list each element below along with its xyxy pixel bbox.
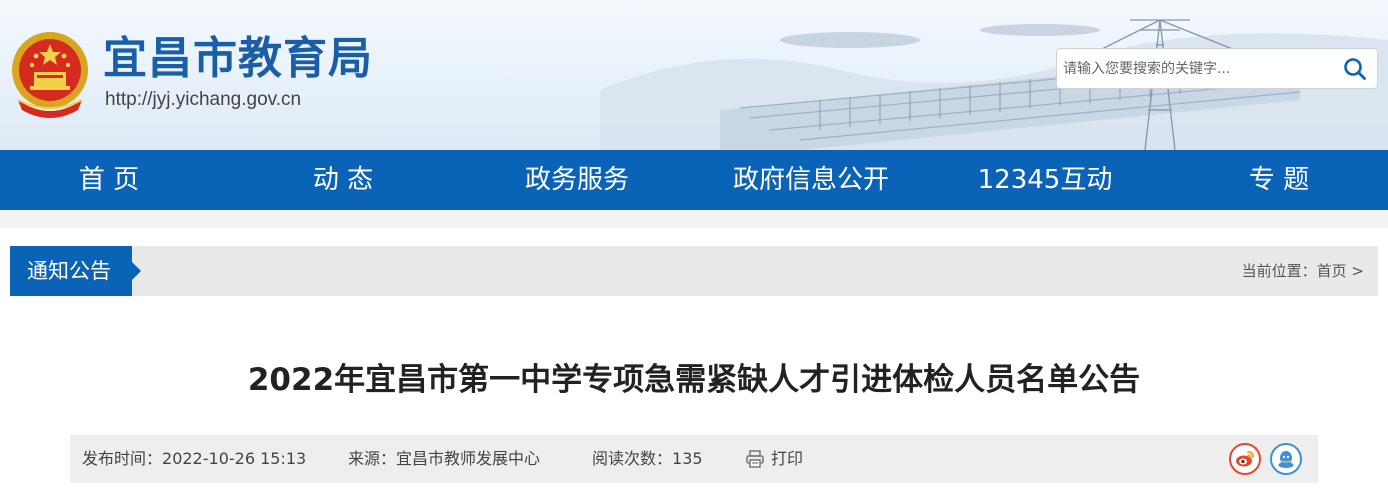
weibo-icon — [1236, 451, 1254, 467]
breadcrumb-separator: > — [1351, 262, 1364, 280]
site-header: 宜昌市教育局 http://jyj.yichang.gov.cn — [0, 0, 1388, 150]
site-title[interactable]: 宜昌市教育局 — [103, 30, 373, 88]
article-title: 2022年宜昌市第一中学专项急需紧缺人才引进体检人员名单公告 — [247, 362, 1141, 398]
site-url: http://jyj.yichang.gov.cn — [105, 89, 302, 110]
search-input[interactable] — [1063, 53, 1333, 84]
nav-item-home[interactable]: 首 页 — [79, 150, 139, 210]
breadcrumb: 当前位置：首页 > — [1242, 246, 1364, 296]
print-label: 打印 — [771, 449, 804, 468]
nav-bottom-band — [0, 210, 1388, 228]
search-icon — [1344, 58, 1366, 80]
view-count-value: 135 — [672, 449, 703, 468]
publish-time-label: 发布时间： — [82, 449, 163, 468]
nav-item-info-disclosure[interactable]: 政府信息公开 — [733, 150, 889, 210]
share-qq-button[interactable] — [1270, 443, 1302, 475]
nav-item-news[interactable]: 动 态 — [313, 150, 373, 210]
publish-time-value: 2022-10-26 15:13 — [162, 449, 307, 468]
view-count: 阅读次数：135 — [592, 435, 703, 483]
nav-item-services[interactable]: 政务服务 — [525, 150, 629, 210]
article-meta-bar: 发布时间：2022-10-26 15:13 来源：宜昌市教师发展中心 阅读次数：… — [70, 435, 1318, 483]
breadcrumb-bar: 通知公告 当前位置：首页 > — [10, 246, 1378, 296]
share-weibo-button[interactable] — [1229, 443, 1261, 475]
qq-icon — [1278, 451, 1294, 468]
print-button[interactable]: 打印 — [745, 435, 803, 483]
nav-item-topics[interactable]: 专 题 — [1249, 150, 1309, 210]
breadcrumb-home-link[interactable]: 首页 — [1317, 262, 1347, 280]
national-emblem-icon — [12, 32, 88, 118]
section-tab-notices[interactable]: 通知公告 — [10, 246, 141, 296]
source-value: 宜昌市教师发展中心 — [396, 449, 541, 468]
article-source: 来源：宜昌市教师发展中心 — [348, 435, 540, 483]
search-button[interactable] — [1341, 55, 1369, 83]
view-count-label: 阅读次数： — [592, 449, 673, 468]
breadcrumb-prefix: 当前位置： — [1241, 262, 1317, 280]
printer-icon — [746, 450, 764, 468]
nav-item-12345-interaction[interactable]: 12345互动 — [978, 150, 1113, 210]
publish-time: 发布时间：2022-10-26 15:13 — [82, 435, 306, 483]
search-box — [1056, 48, 1378, 89]
source-label: 来源： — [348, 449, 397, 468]
main-nav: 首 页 动 态 政务服务 政府信息公开 12345互动 专 题 — [0, 150, 1388, 210]
